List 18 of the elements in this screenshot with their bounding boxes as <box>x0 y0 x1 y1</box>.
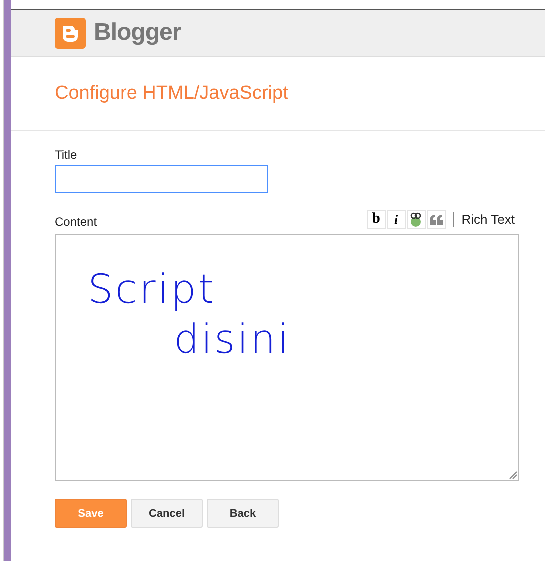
title-input-field[interactable] <box>55 165 268 193</box>
format-button[interactable]: b <box>366 210 386 229</box>
blogger-logo-icon <box>55 18 86 48</box>
resize-grip-icon <box>509 471 517 479</box>
field-label: Title <box>55 148 78 162</box>
handwritten-note: Script <box>88 267 216 313</box>
secondary-button[interactable]: Back <box>207 499 279 528</box>
link-button[interactable] <box>406 210 426 229</box>
format-button[interactable]: i <box>386 210 406 229</box>
quote-icon <box>430 214 443 224</box>
brand-name: Blogger <box>94 19 182 47</box>
page-title: Configure HTML/JavaScript <box>55 82 288 104</box>
content-textarea[interactable]: Script disini <box>55 234 519 481</box>
secondary-button[interactable]: Cancel <box>131 499 203 528</box>
handwritten-note: disini <box>174 317 291 363</box>
rich-text-link[interactable]: Rich Text <box>462 212 515 227</box>
globe-link-icon <box>409 212 424 228</box>
field-label: Content <box>55 215 98 229</box>
